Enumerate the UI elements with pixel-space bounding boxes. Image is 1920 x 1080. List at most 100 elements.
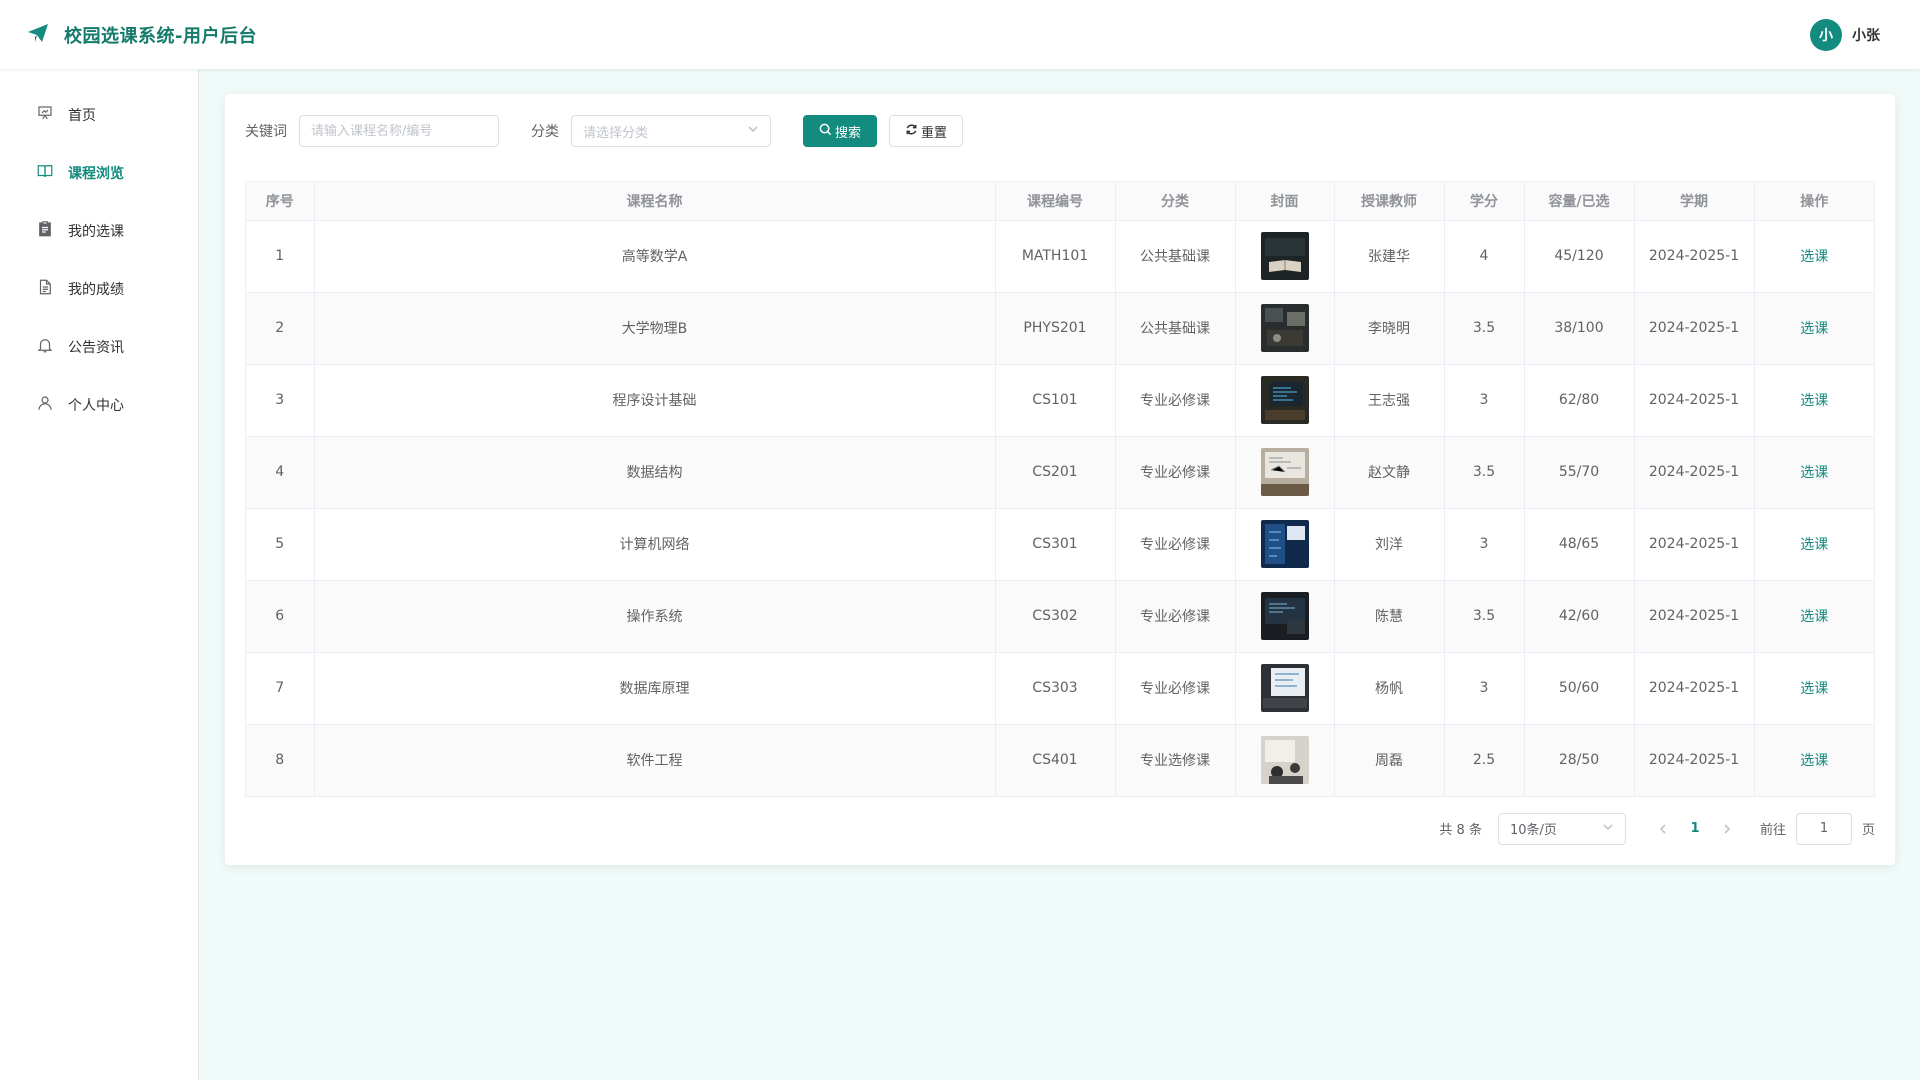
cell-course-code: CS302 <box>995 580 1116 653</box>
chevron-left-icon <box>1659 823 1666 834</box>
cell-capacity: 62/80 <box>1524 364 1635 437</box>
cell-capacity: 28/50 <box>1524 724 1635 797</box>
column-header: 授课教师 <box>1334 182 1445 221</box>
course-cover-image[interactable] <box>1260 304 1309 352</box>
cell-teacher: 王志强 <box>1334 364 1445 437</box>
enroll-button[interactable]: 选课 <box>1800 681 1828 697</box>
course-list-card: 关键词 分类 请选择分类 搜索 重置 <box>225 94 1895 865</box>
cell-course-name: 计算机网络 <box>314 508 996 581</box>
cell-term: 2024-2025-1 <box>1634 292 1755 365</box>
search-button[interactable]: 搜索 <box>803 115 878 147</box>
column-header: 课程名称 <box>314 182 996 221</box>
goto-page-input[interactable] <box>1795 812 1852 845</box>
cell-credit: 3.5 <box>1444 436 1525 509</box>
enroll-button[interactable]: 选课 <box>1800 753 1828 769</box>
top-header: 校园选课系统-用户后台 小 小张 <box>0 0 1920 69</box>
cell-capacity: 48/65 <box>1524 508 1635 581</box>
cell-teacher: 周磊 <box>1334 724 1445 797</box>
sidebar-item-label: 首页 <box>68 108 96 124</box>
category-placeholder: 请选择分类 <box>583 125 649 141</box>
cell-term: 2024-2025-1 <box>1634 580 1755 653</box>
next-page-button[interactable] <box>1712 823 1742 835</box>
column-header: 学分 <box>1444 182 1525 221</box>
document-icon <box>36 278 54 300</box>
table-row: 4 数据结构 CS201 专业必修课 赵文静 3.5 55/70 2024-20… <box>246 436 1874 509</box>
chevron-right-icon <box>1724 823 1731 834</box>
column-header: 分类 <box>1115 182 1236 221</box>
enroll-button[interactable]: 选课 <box>1800 393 1828 409</box>
chevron-down-icon <box>747 123 759 139</box>
cell-course-name: 数据库原理 <box>314 652 996 725</box>
user-menu[interactable]: 小 小张 <box>1810 18 1880 51</box>
avatar[interactable]: 小 <box>1810 18 1842 51</box>
cell-term: 2024-2025-1 <box>1634 508 1755 581</box>
enroll-button[interactable]: 选课 <box>1800 609 1828 625</box>
goto-suffix: 页 <box>1861 823 1875 838</box>
cell-teacher: 杨帆 <box>1334 652 1445 725</box>
enroll-button[interactable]: 选课 <box>1800 465 1828 481</box>
cell-credit: 3 <box>1444 364 1525 437</box>
cell-cover <box>1235 580 1335 653</box>
page-number-current[interactable]: 1 <box>1678 821 1712 836</box>
course-cover-image[interactable] <box>1260 592 1309 640</box>
sidebar-item-my-grades[interactable]: 我的成绩 <box>0 260 198 318</box>
search-button-label: 搜索 <box>835 125 862 141</box>
search-icon <box>819 123 832 140</box>
cell-action: 选课 <box>1754 364 1874 437</box>
cell-cover <box>1235 724 1335 797</box>
cell-action: 选课 <box>1754 508 1874 581</box>
bell-icon <box>36 336 54 358</box>
page-size-select[interactable]: 10条/页 <box>1497 812 1626 845</box>
course-cover-image[interactable] <box>1260 232 1309 280</box>
column-header: 封面 <box>1235 182 1335 221</box>
sidebar-item-my-courses[interactable]: 我的选课 <box>0 202 198 260</box>
cell-cover <box>1235 364 1335 437</box>
cell-cover <box>1235 292 1335 365</box>
username[interactable]: 小张 <box>1852 25 1880 45</box>
cell-term: 2024-2025-1 <box>1634 724 1755 797</box>
cell-course-name: 软件工程 <box>314 724 996 797</box>
cell-cover <box>1235 508 1335 581</box>
cell-capacity: 42/60 <box>1524 580 1635 653</box>
cell-category: 专业必修课 <box>1115 652 1236 725</box>
course-cover-image[interactable] <box>1260 736 1309 784</box>
brand[interactable]: 校园选课系统-用户后台 <box>26 21 257 49</box>
cell-category: 专业选修课 <box>1115 724 1236 797</box>
cell-course-name: 高等数学A <box>314 220 996 293</box>
sidebar-item-profile[interactable]: 个人中心 <box>0 376 198 434</box>
cell-credit: 3 <box>1444 508 1525 581</box>
enroll-button[interactable]: 选课 <box>1800 321 1828 337</box>
cell-course-code: CS101 <box>995 364 1116 437</box>
cell-cover <box>1235 220 1335 293</box>
course-cover-image[interactable] <box>1260 664 1309 712</box>
cell-course-code: PHYS201 <box>995 292 1116 365</box>
course-cover-image[interactable] <box>1260 448 1309 496</box>
cell-action: 选课 <box>1754 436 1874 509</box>
keyword-input[interactable] <box>299 115 499 147</box>
table-header-row: 序号 课程名称 课程编号 分类 封面 授课教师 学分 容量/已选 学期 操作 <box>246 182 1874 221</box>
category-select[interactable]: 请选择分类 <box>571 115 771 147</box>
refresh-icon <box>905 123 918 140</box>
cell-credit: 3 <box>1444 652 1525 725</box>
prev-page-button[interactable] <box>1648 823 1678 835</box>
sidebar-item-label: 公告资讯 <box>68 340 124 356</box>
table-row: 2 大学物理B PHYS201 公共基础课 李晓明 3.5 38/100 202… <box>246 292 1874 365</box>
reset-button[interactable]: 重置 <box>889 115 964 147</box>
cell-course-code: CS201 <box>995 436 1116 509</box>
cell-action: 选课 <box>1754 724 1874 797</box>
cell-capacity: 38/100 <box>1524 292 1635 365</box>
cell-no: 8 <box>246 724 315 797</box>
enroll-button[interactable]: 选课 <box>1800 537 1828 553</box>
sidebar-item-announcements[interactable]: 公告资讯 <box>0 318 198 376</box>
enroll-button[interactable]: 选课 <box>1800 249 1828 265</box>
cell-credit: 3.5 <box>1444 580 1525 653</box>
sidebar-item-courses[interactable]: 课程浏览 <box>0 144 198 202</box>
course-cover-image[interactable] <box>1260 520 1309 568</box>
cell-course-code: CS303 <box>995 652 1116 725</box>
course-cover-image[interactable] <box>1260 376 1309 424</box>
sidebar-item-label: 我的成绩 <box>68 282 124 298</box>
sidebar-item-home[interactable]: 首页 <box>0 86 198 144</box>
cell-course-code: CS301 <box>995 508 1116 581</box>
reset-button-label: 重置 <box>921 125 948 141</box>
pagination-total: 共 8 条 <box>1439 823 1482 838</box>
